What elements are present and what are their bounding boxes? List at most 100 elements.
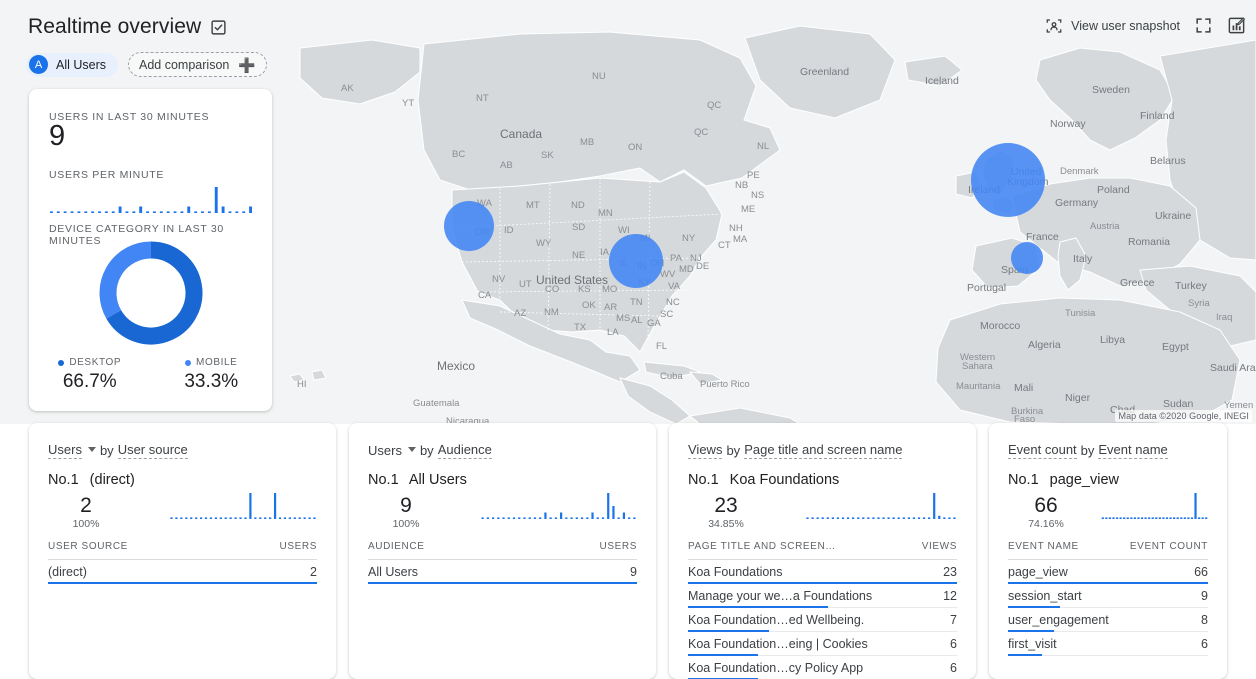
sparkline-bar [1155,517,1157,519]
sparkline-bar [160,211,163,213]
table-row[interactable]: Koa Foundations23 [688,560,957,584]
sparkline-bar [1148,517,1150,519]
card-dimension-selector[interactable]: User source [118,442,188,459]
sparkline-bar [57,211,60,213]
table-row[interactable]: user_engagement8 [1008,608,1208,632]
column-dimension: EVENT NAME [1008,541,1079,552]
card-title[interactable]: Users by User source [48,442,188,459]
sparkline-bar [518,517,520,519]
plus-icon: ➕ [238,58,255,72]
view-user-snapshot-button[interactable]: View user snapshot [1045,17,1180,35]
card-table: EVENT NAME EVENT COUNT page_view66sessio… [1008,541,1208,656]
sparkline-bar [1191,517,1193,519]
card-metric-selector[interactable]: Users [48,442,82,459]
sparkline-bar [195,517,197,519]
sparkline-bar [146,211,149,213]
sparkline-bar [872,517,874,519]
device-category-donut[interactable] [99,241,203,345]
donut-segment[interactable] [108,250,151,314]
sparkline-bar [235,517,237,519]
table-row[interactable]: All Users9 [368,560,637,584]
card-metric-selector[interactable]: Users [368,443,402,458]
card-metric-selector[interactable]: Views [688,442,722,459]
card-no1-prefix: No.1 [48,472,79,488]
chevron-down-icon[interactable] [88,447,96,452]
sparkline-bar [84,211,87,213]
sparkline-bar [180,517,182,519]
user-snapshot-icon [1045,17,1063,35]
card-no1-value: All Users [409,472,467,488]
card-title-by: by [1081,443,1095,458]
sparkline-bar [913,517,915,519]
card-dimension-selector[interactable]: Page title and screen name [744,442,902,459]
card-sparkline[interactable] [805,489,957,529]
insights-export-icon[interactable] [210,19,227,36]
card-no1-value: page_view [1050,472,1119,488]
sparkline-bar [842,517,844,519]
sparkline-bar [607,493,609,519]
row-value: 2 [310,565,317,579]
row-dimension: (direct) [48,565,95,579]
sparkline-bar [482,517,484,519]
row-value: 9 [1201,589,1208,603]
sparkline-bar [938,516,940,519]
map-user-bubble[interactable] [609,234,663,288]
sparkline-bar [591,513,593,520]
sparkline-bar [852,517,854,519]
table-row[interactable]: Koa Foundation…cy Policy App6 [688,656,957,679]
sparkline-bar [185,517,187,519]
sparkline-bar [857,517,859,519]
map-user-bubble[interactable] [1011,242,1043,274]
card-dimension-selector[interactable]: Audience [438,442,492,459]
sparkline-bar [126,211,129,213]
sparkline-bar [91,211,94,213]
card-no1-value: (direct) [90,472,135,488]
sparkline-bar [208,211,211,213]
sparkline-bar [1184,517,1186,519]
card-title[interactable]: Event count by Event name [1008,442,1168,459]
users-per-minute-chart[interactable] [48,185,254,219]
chevron-down-icon[interactable] [408,447,416,452]
row-value: 6 [950,637,957,651]
sparkline-bar [274,493,276,519]
row-dimension: Koa Foundation…ed Wellbeing. [688,613,872,627]
card-dimension-selector[interactable]: Event name [1098,442,1167,459]
table-body: All Users9 [368,560,637,584]
card-metric-percent: 34.85% [707,518,745,530]
card-sparkline[interactable] [480,489,637,529]
row-dimension: first_visit [1008,637,1065,651]
sparkline-bar [1198,517,1200,519]
table-row[interactable]: Koa Foundation…ed Wellbeing.7 [688,608,957,632]
table-row[interactable]: session_start9 [1008,584,1208,608]
fullscreen-icon[interactable] [1194,16,1213,35]
card-title[interactable]: Views by Page title and screen name [688,442,902,459]
column-dimension: USER SOURCE [48,541,128,552]
sparkline-bar [529,517,531,519]
card-title[interactable]: Users by Audience [368,442,492,459]
table-row[interactable]: Manage your we…a Foundations12 [688,584,957,608]
legend-head: MOBILE [151,357,273,368]
card-sparkline[interactable] [169,489,317,529]
add-comparison-button[interactable]: Add comparison ➕ [128,52,267,77]
chip-all-users[interactable]: A All Users [26,53,118,77]
sparkline-bar [239,517,241,519]
edit-chart-icon[interactable] [1227,16,1246,35]
sparkline-bar [898,517,900,519]
sparkline-bar [259,517,261,519]
sparkline-bar [497,517,499,519]
table-row[interactable]: (direct) 2 [48,560,317,584]
card-metric-selector[interactable]: Event count [1008,442,1077,459]
table-row[interactable]: first_visit6 [1008,632,1208,656]
sparkline-bar [827,517,829,519]
sparkline-bar [1102,517,1104,519]
sparkline-bar [98,211,101,213]
users-last-30-value: 9 [49,120,65,153]
column-metric: USERS [280,541,317,552]
chip-all-users-label: All Users [56,58,106,72]
table-row[interactable]: Koa Foundation…eing | Cookies6 [688,632,957,656]
map-user-bubble[interactable] [444,201,494,251]
table-row[interactable]: page_view66 [1008,560,1208,584]
card-metric-block: 23 34.85% [707,493,745,530]
card-sparkline[interactable] [1101,489,1208,529]
map-user-bubble[interactable] [971,143,1045,217]
